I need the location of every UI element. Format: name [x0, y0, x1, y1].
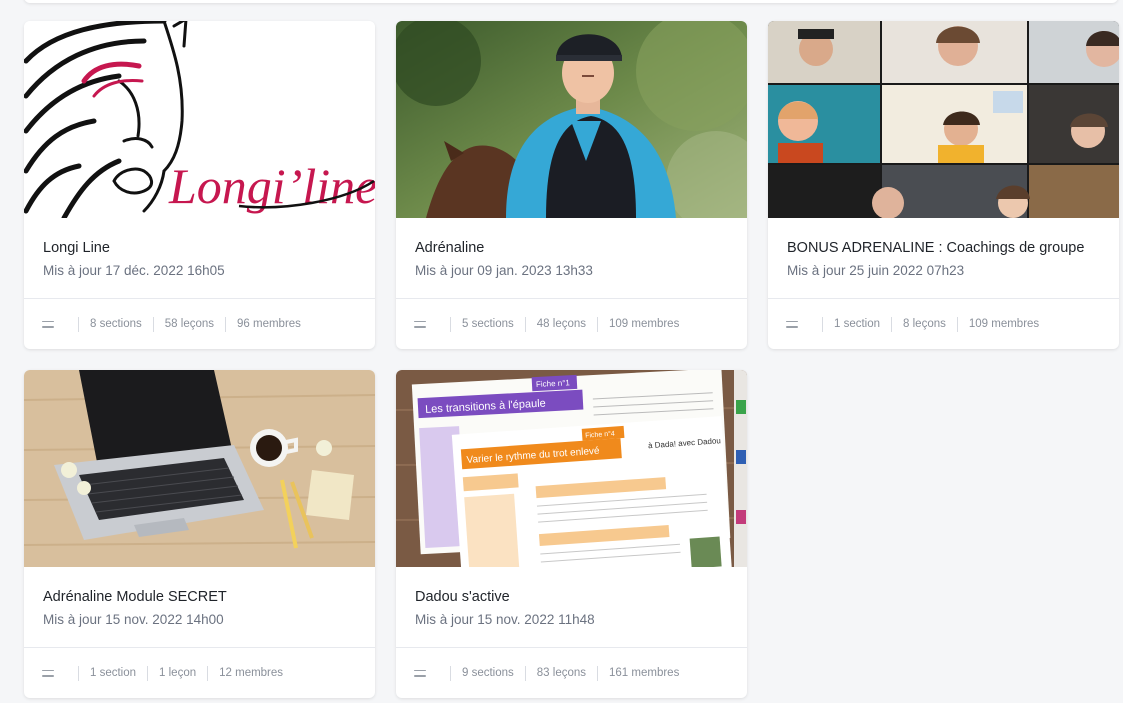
course-thumbnail: Longi’line [24, 21, 375, 218]
sections-count: 9 sections [462, 667, 514, 679]
stats-separator [78, 665, 79, 681]
course-stats: 5 sections 48 leçons 109 membres [396, 299, 747, 349]
menu-lines-icon [42, 669, 54, 677]
lessons-count: 83 leçons [536, 667, 587, 679]
course-stats: 9 sections 83 leçons 161 membres [396, 648, 747, 698]
course-stats: 1 section 8 leçons 109 membres [768, 299, 1119, 349]
stats-separator [78, 316, 79, 332]
menu-lines-icon [786, 320, 798, 328]
lessons-count: 1 leçon [159, 667, 197, 679]
course-thumbnail [768, 21, 1119, 218]
previous-card-bottom [24, 0, 1118, 3]
course-updated-date: Mis à jour 09 jan. 2023 13h33 [415, 263, 593, 278]
lessons-count: 48 leçons [536, 318, 587, 330]
lessons-count: 8 leçons [903, 318, 946, 330]
members-count: 109 membres [968, 318, 1040, 330]
stats-separator [152, 316, 154, 332]
stats-separator [822, 316, 823, 332]
members-count: 12 membres [219, 667, 284, 679]
sections-count: 5 sections [462, 318, 514, 330]
course-title[interactable]: BONUS ADRENALINE : Coachings de groupe [787, 240, 1084, 256]
stats-separator [956, 316, 958, 332]
longi-line-logo-text: Longi’line [168, 158, 375, 214]
course-updated-date: Mis à jour 25 juin 2022 07h23 [787, 263, 965, 278]
course-title[interactable]: Longi Line [43, 240, 110, 256]
course-card-dadou-sactive[interactable]: Les transitions à l'épaule Fiche n°1 Var… [396, 370, 747, 698]
stats-separator [524, 316, 526, 332]
course-thumbnail: Les transitions à l'épaule Fiche n°1 Var… [396, 370, 747, 567]
stats-separator [597, 316, 599, 332]
lessons-count: 58 leçons [164, 318, 215, 330]
members-count: 161 membres [609, 667, 680, 679]
stats-separator [450, 316, 451, 332]
course-stats: 8 sections 58 leçons 96 membres [24, 299, 375, 349]
course-card-bonus-adrenaline[interactable]: BONUS ADRENALINE : Coachings de groupe M… [768, 21, 1119, 349]
course-thumbnail [396, 21, 747, 218]
sections-count: 1 section [834, 318, 881, 330]
course-updated-date: Mis à jour 15 nov. 2022 11h48 [415, 612, 595, 627]
course-title[interactable]: Adrénaline [415, 240, 484, 256]
stats-separator [147, 665, 149, 681]
sections-count: 1 section [90, 667, 137, 679]
course-title[interactable]: Dadou s'active [415, 589, 510, 605]
course-card-adrenaline-secret[interactable]: Adrénaline Module SECRET Mis à jour 15 n… [24, 370, 375, 698]
stats-separator [225, 316, 227, 332]
stats-separator [207, 665, 209, 681]
course-title[interactable]: Adrénaline Module SECRET [43, 589, 227, 605]
menu-lines-icon [414, 320, 426, 328]
stats-separator [450, 665, 451, 681]
stats-separator [891, 316, 893, 332]
course-card-adrenaline[interactable]: Adrénaline Mis à jour 09 jan. 2023 13h33… [396, 21, 747, 349]
stats-separator [524, 665, 526, 681]
stats-separator [597, 665, 599, 681]
members-count: 109 membres [609, 318, 680, 330]
course-stats: 1 section 1 leçon 12 membres [24, 648, 375, 698]
sheet1-label: Fiche n°1 [536, 378, 571, 389]
menu-lines-icon [42, 320, 54, 328]
course-card-longi-line[interactable]: Longi’line Longi Line Mis à jour 17 déc.… [24, 21, 375, 349]
course-thumbnail [24, 370, 375, 567]
course-updated-date: Mis à jour 17 déc. 2022 16h05 [43, 263, 225, 278]
course-updated-date: Mis à jour 15 nov. 2022 14h00 [43, 612, 224, 627]
menu-lines-icon [414, 669, 426, 677]
sections-count: 8 sections [90, 318, 142, 330]
members-count: 96 membres [237, 318, 301, 330]
